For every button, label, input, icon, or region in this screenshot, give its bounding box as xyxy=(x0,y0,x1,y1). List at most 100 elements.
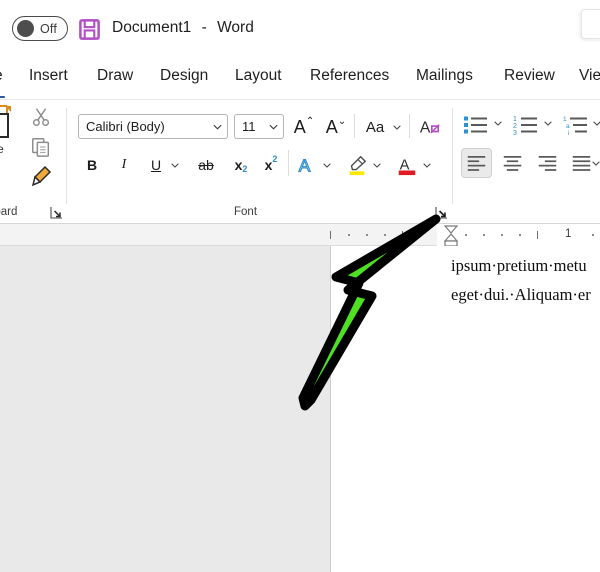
font-sep-1 xyxy=(354,114,355,138)
italic-label: I xyxy=(121,157,127,172)
align-left-button[interactable] xyxy=(461,148,492,178)
font-dialog-launcher[interactable] xyxy=(435,206,448,219)
ribbon-tab-strip: e Insert Draw Design Layout References M… xyxy=(0,58,600,100)
bullets-button[interactable] xyxy=(462,112,490,138)
save-floppy-icon[interactable] xyxy=(78,18,101,41)
align-center-button[interactable] xyxy=(497,148,528,178)
grow-font-label: A xyxy=(293,116,306,137)
text-highlight-color-button[interactable] xyxy=(344,152,370,178)
font-color-button[interactable]: A xyxy=(394,152,420,178)
app-name: Word xyxy=(217,19,254,36)
paste-button[interactable] xyxy=(0,104,24,140)
ruler-tick xyxy=(501,234,503,236)
tab-layout[interactable]: Layout xyxy=(233,65,284,95)
superscript-digit: 2 xyxy=(272,154,278,164)
ruler-tick xyxy=(465,234,467,236)
horizontal-ruler[interactable]: 1 xyxy=(0,224,600,247)
underline-button[interactable]: U xyxy=(144,152,168,178)
strikethrough-button[interactable]: ab xyxy=(192,152,220,178)
multilevel-chevron-down-icon[interactable] xyxy=(592,118,600,128)
underline-chevron-down-icon[interactable] xyxy=(170,160,180,170)
clipboard-group-label: board xyxy=(0,206,18,218)
svg-text:A: A xyxy=(299,155,311,175)
tab-design[interactable]: Design xyxy=(158,65,210,95)
bold-button[interactable]: B xyxy=(80,152,104,178)
document-title-bar: Document1 - Word xyxy=(112,19,254,37)
svg-text:a: a xyxy=(566,123,570,130)
title-separator: - xyxy=(201,19,207,36)
align-right-button[interactable] xyxy=(532,148,563,178)
grow-font-button[interactable]: A ⌃ xyxy=(292,114,316,140)
font-sep-3 xyxy=(288,150,289,176)
tab-insert[interactable]: Insert xyxy=(27,65,70,95)
svg-text:1: 1 xyxy=(563,116,567,123)
document-canvas: ipsum·pretium·metu eget·dui.·Aliquam·er xyxy=(0,246,600,572)
svg-text:2: 2 xyxy=(513,123,517,130)
svg-text:i: i xyxy=(568,130,569,136)
tab-home[interactable]: e xyxy=(0,65,5,98)
toggle-knob xyxy=(17,20,34,37)
highlight-chevron-down-icon[interactable] xyxy=(372,160,382,170)
font-group-label: Font xyxy=(234,206,258,218)
font-size-combo[interactable]: 11 xyxy=(234,114,284,139)
strikethrough-label: ab xyxy=(198,157,214,173)
text-effects-button[interactable]: A xyxy=(294,152,320,178)
font-size-value: 11 xyxy=(242,119,256,134)
ruler-tick xyxy=(420,234,422,236)
tab-view[interactable]: Vie xyxy=(577,65,600,95)
document-name: Document1 xyxy=(112,19,192,36)
font-color-chevron-down-icon[interactable] xyxy=(422,160,432,170)
shrink-font-button[interactable]: A ⌄ xyxy=(324,114,348,140)
ruler-tick xyxy=(592,234,594,236)
recording-toggle[interactable]: Off xyxy=(12,16,68,41)
clipboard-dialog-launcher[interactable] xyxy=(50,206,63,219)
paste-icon xyxy=(0,104,18,140)
subscript-button[interactable]: x 2 xyxy=(228,152,254,178)
format-painter-button[interactable] xyxy=(28,164,54,190)
change-case-chevron-down-icon[interactable] xyxy=(392,122,402,132)
caret-up-icon: ⌃ xyxy=(305,115,315,127)
group-divider-font xyxy=(452,108,453,204)
tab-mailings[interactable]: Mailings xyxy=(414,65,475,95)
ruler-tick xyxy=(330,231,332,239)
change-case-label: Aa xyxy=(365,118,385,136)
ruler-tick xyxy=(537,231,539,239)
text-effects-chevron-down-icon[interactable] xyxy=(322,160,332,170)
svg-text:A: A xyxy=(420,120,431,137)
ruler-tick xyxy=(483,234,485,236)
svg-text:1: 1 xyxy=(513,116,517,123)
ruler-number: 1 xyxy=(565,228,572,240)
font-name-combo[interactable]: Calibri (Body) xyxy=(78,114,228,139)
numbering-button[interactable]: 1 2 3 xyxy=(512,112,540,138)
cut-button[interactable] xyxy=(30,106,56,132)
font-name-value: Calibri (Body) xyxy=(86,119,165,134)
caret-down-icon: ⌄ xyxy=(337,115,347,127)
tab-draw[interactable]: Draw xyxy=(95,65,135,95)
multilevel-list-button[interactable]: 1 a i xyxy=(562,112,590,138)
chevron-down-icon xyxy=(269,124,278,130)
subscript-label: x xyxy=(234,157,243,173)
chevron-down-icon xyxy=(213,124,222,130)
line-spacing-chevron-down-icon[interactable] xyxy=(591,158,600,168)
change-case-button[interactable]: Aa xyxy=(360,114,390,140)
tab-references[interactable]: References xyxy=(308,65,391,95)
clear-formatting-button[interactable]: A xyxy=(416,114,444,140)
ruler-tick xyxy=(366,234,368,236)
svg-text:3: 3 xyxy=(513,130,517,136)
toggle-label: Off xyxy=(40,21,58,36)
bullets-chevron-down-icon[interactable] xyxy=(493,118,503,128)
superscript-button[interactable]: x 2 xyxy=(258,152,284,178)
ruler-tick xyxy=(402,231,404,239)
font-sep-2 xyxy=(409,114,410,138)
italic-button[interactable]: I xyxy=(112,152,136,178)
title-bar: Off Document1 - Word xyxy=(0,0,600,58)
document-page[interactable]: ipsum·pretium·metu eget·dui.·Aliquam·er xyxy=(330,246,600,572)
copy-button[interactable] xyxy=(30,136,56,162)
subscript-digit: 2 xyxy=(242,164,248,174)
search-box-partial[interactable] xyxy=(581,9,600,39)
superscript-label: x xyxy=(264,157,273,173)
paste-label: te xyxy=(0,144,4,156)
word-window: Off Document1 - Word e Insert Draw Desig… xyxy=(0,0,600,572)
numbering-chevron-down-icon[interactable] xyxy=(543,118,553,128)
tab-review[interactable]: Review xyxy=(502,65,557,95)
